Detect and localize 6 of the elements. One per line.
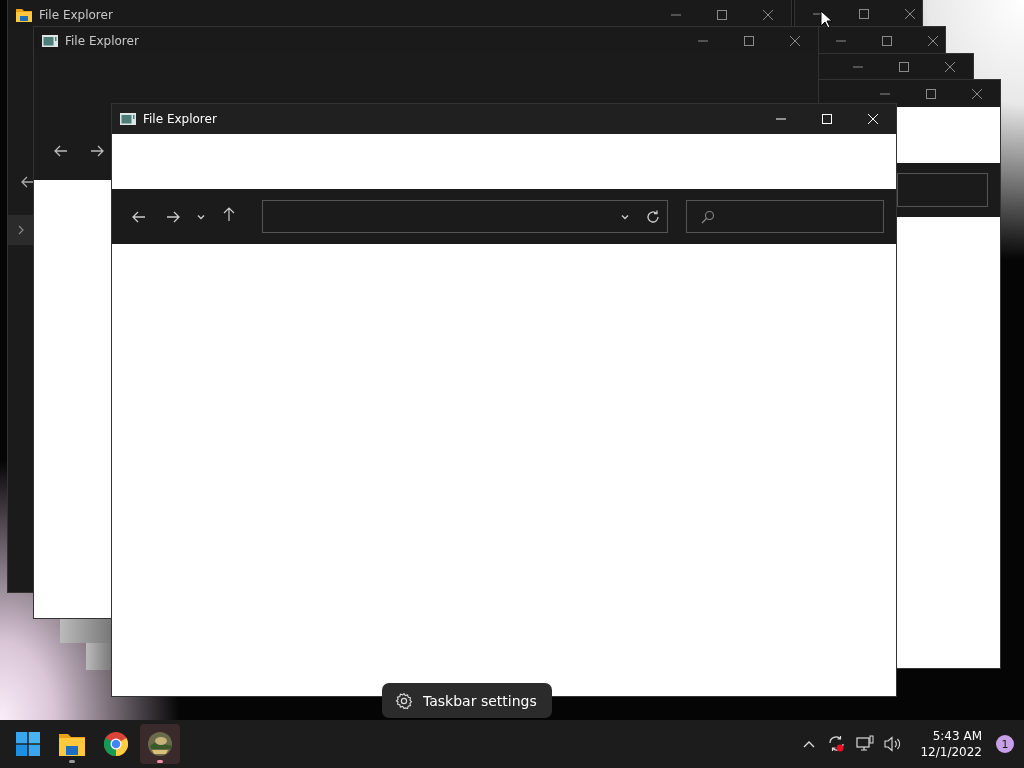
clock[interactable]: 5:43 AM 12/1/2022 — [910, 728, 990, 760]
window-title: File Explorer — [65, 33, 139, 48]
window-title: File Explorer — [39, 8, 113, 22]
tooltip[interactable]: Taskbar settings — [382, 683, 552, 718]
notification-badge[interactable]: 1 — [996, 735, 1014, 753]
window-title: File Explorer — [143, 112, 217, 126]
